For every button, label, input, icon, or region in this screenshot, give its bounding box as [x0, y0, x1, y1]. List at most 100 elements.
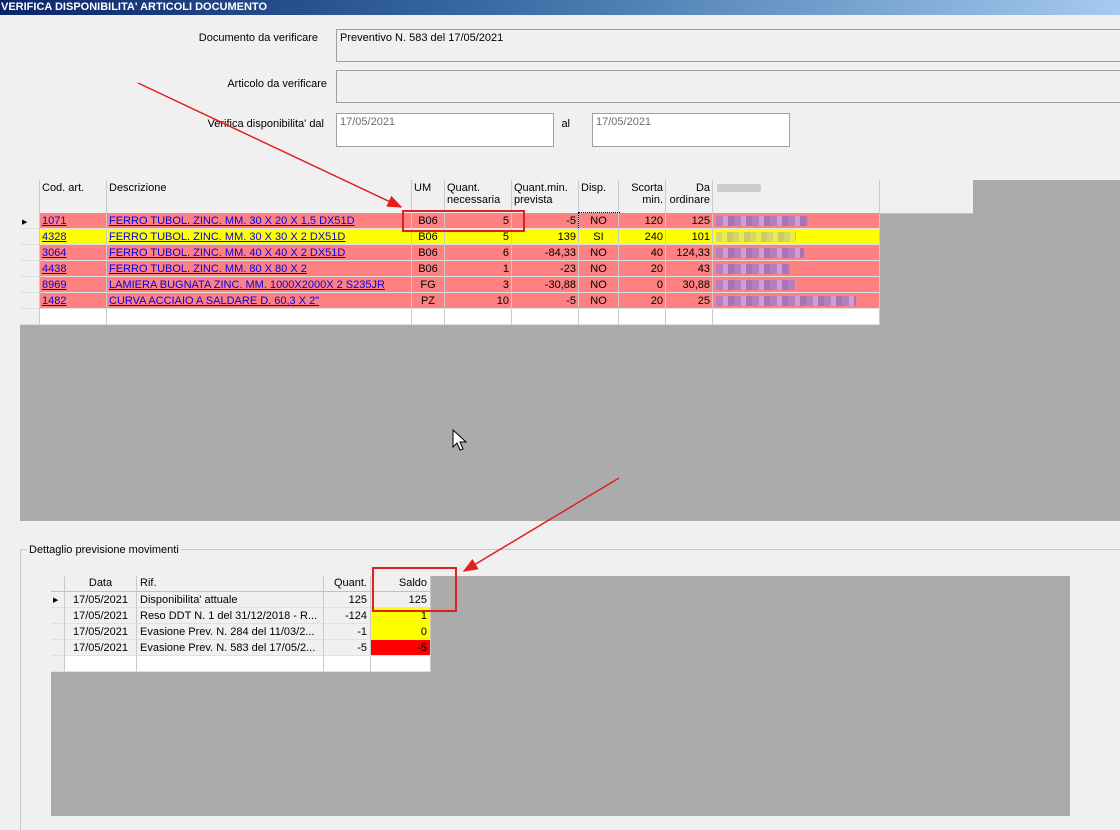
row-indicator	[20, 293, 40, 309]
detail-cell-quant[interactable]: -5	[324, 640, 371, 656]
header-indicator	[20, 180, 40, 213]
col-um[interactable]: UM	[412, 180, 445, 213]
cell-redacted	[713, 309, 880, 325]
detail-group-label: Dettaglio previsione movimenti	[27, 544, 181, 556]
table-row[interactable]: 1482 CURVA ACCIAIO A SALDARE D. 60,3 X 2"…	[20, 293, 880, 309]
redacted-blur	[716, 296, 856, 306]
col-quant-necessaria[interactable]: Quant. necessaria	[445, 180, 512, 213]
detail-cell-quant[interactable]: -1	[324, 624, 371, 640]
table-row[interactable]: 3064 FERRO TUBOL. ZINC. MM. 40 X 40 X 2 D…	[20, 245, 880, 261]
col-quant-min-prevista[interactable]: Quant.min. prevista	[512, 180, 579, 213]
redacted-blur	[716, 232, 796, 242]
documento-field[interactable]: Preventivo N. 583 del 17/05/2021	[336, 29, 1120, 62]
cell-qnec: 1	[445, 261, 512, 277]
cell-qmin	[512, 309, 579, 325]
date-to-field[interactable]: 17/05/2021	[592, 113, 790, 147]
cell-qnec	[445, 309, 512, 325]
cell-desc	[107, 309, 412, 325]
cell-qmin: -30,88	[512, 277, 579, 293]
table-row[interactable]: 4328 FERRO TUBOL. ZINC. MM. 30 X 30 X 2 D…	[20, 229, 880, 245]
cell-qmin: -5	[512, 213, 579, 229]
cell-daord	[666, 309, 713, 325]
table-row-empty[interactable]	[20, 309, 880, 325]
col-da-ordinare[interactable]: Da ordinare	[666, 180, 713, 213]
detail-cell-rif[interactable]: Evasione Prev. N. 284 del 11/03/2...	[137, 624, 324, 640]
cell-desc[interactable]: FERRO TUBOL. ZINC. MM. 30 X 20 X 1,5 DX5…	[107, 213, 412, 229]
articolo-field[interactable]	[336, 70, 1120, 103]
cell-scorta: 40	[619, 245, 666, 261]
detail-cell-data[interactable]: 17/05/2021	[65, 640, 137, 656]
redacted-blur	[716, 248, 804, 258]
row-indicator: ▶	[20, 213, 40, 229]
cell-qnec: 5	[445, 213, 512, 229]
detail-cell-data[interactable]: 17/05/2021	[65, 592, 137, 608]
cell-daord: 43	[666, 261, 713, 277]
cell-scorta	[619, 309, 666, 325]
cell-qnec: 5	[445, 229, 512, 245]
col-rif[interactable]: Rif.	[137, 576, 324, 592]
cell-desc[interactable]: FERRO TUBOL. ZINC. MM. 40 X 40 X 2 DX51D	[107, 245, 412, 261]
row-indicator	[20, 277, 40, 293]
col-scorta-min[interactable]: Scorta min.	[619, 180, 666, 213]
table-row[interactable]: ▶ 1071 FERRO TUBOL. ZINC. MM. 30 X 20 X 1,…	[20, 212, 880, 230]
col-saldo[interactable]: Saldo	[371, 576, 431, 592]
col-data[interactable]: Data	[65, 576, 137, 592]
detail-cell-rif[interactable]: Disponibilita' attuale	[137, 592, 324, 608]
cell-daord: 124,33	[666, 245, 713, 261]
redacted-blur	[716, 264, 790, 274]
cell-desc[interactable]: FERRO TUBOL. ZINC. MM. 80 X 80 X 2	[107, 261, 412, 277]
detail-grid[interactable]: Data Rif. Quant. Saldo ▶ 17/05/2021 Dispon…	[51, 576, 1070, 816]
articles-grid-header: Cod. art. Descrizione UM Quant. necessar…	[20, 180, 973, 214]
cell-redacted	[713, 213, 880, 229]
col-redacted	[713, 180, 880, 213]
cell-redacted	[713, 261, 880, 277]
detail-cell-data[interactable]: 17/05/2021	[65, 608, 137, 624]
cell-qmin: -5	[512, 293, 579, 309]
articolo-label: Articolo da verificare	[227, 78, 327, 90]
detail-cell-rif[interactable]: Evasione Prev. N. 583 del 17/05/2...	[137, 640, 324, 656]
detail-cell-quant[interactable]: -124	[324, 608, 371, 624]
cell-desc[interactable]: CURVA ACCIAIO A SALDARE D. 60,3 X 2"	[107, 293, 412, 309]
verifica-label: Verifica disponibilita' dal	[207, 118, 324, 130]
detail-cell-data[interactable]: 17/05/2021	[65, 624, 137, 640]
cell-daord: 101	[666, 229, 713, 245]
cell-daord: 25	[666, 293, 713, 309]
cell-cod[interactable]: 1482	[40, 293, 107, 309]
detail-cell-data	[65, 656, 137, 672]
cell-um: B06	[412, 261, 445, 277]
detail-cell-rif[interactable]: Reso DDT N. 1 del 31/12/2018 - R...	[137, 608, 324, 624]
detail-cell-saldo[interactable]: 1	[371, 608, 431, 624]
col-quant[interactable]: Quant.	[324, 576, 371, 592]
cell-um: FG	[412, 277, 445, 293]
cell-desc[interactable]: LAMIERA BUGNATA ZINC. MM. 1000X2000X 2 S…	[107, 277, 412, 293]
detail-cell-saldo[interactable]: 0	[371, 624, 431, 640]
detail-cell-saldo[interactable]: -5	[371, 640, 431, 656]
cell-cod[interactable]: 8969	[40, 277, 107, 293]
cell-daord: 30,88	[666, 277, 713, 293]
cell-cod[interactable]: 4438	[40, 261, 107, 277]
table-row[interactable]: 8969 LAMIERA BUGNATA ZINC. MM. 1000X2000X…	[20, 277, 880, 293]
cell-scorta: 20	[619, 261, 666, 277]
cell-desc[interactable]: FERRO TUBOL. ZINC. MM. 30 X 30 X 2 DX51D	[107, 229, 412, 245]
articles-grid[interactable]: Cod. art. Descrizione UM Quant. necessar…	[20, 180, 1120, 521]
detail-row-indicator	[51, 608, 65, 624]
detail-header-indicator	[51, 576, 65, 592]
cell-um: B06	[412, 245, 445, 261]
date-from-field[interactable]: 17/05/2021	[336, 113, 554, 147]
cell-scorta: 20	[619, 293, 666, 309]
cell-cod[interactable]: 1071	[40, 213, 107, 229]
cell-disp: NO	[579, 245, 619, 261]
detail-cell-quant[interactable]: 125	[324, 592, 371, 608]
col-cod-art[interactable]: Cod. art.	[40, 180, 107, 213]
cell-cod[interactable]: 3064	[40, 245, 107, 261]
cell-um: PZ	[412, 293, 445, 309]
detail-cell-saldo[interactable]: 125	[371, 592, 431, 608]
col-descrizione[interactable]: Descrizione	[107, 180, 412, 213]
cell-cod[interactable]: 4328	[40, 229, 107, 245]
cell-cod	[40, 309, 107, 325]
col-disp[interactable]: Disp.	[579, 180, 619, 213]
detail-cell-rif	[137, 656, 324, 672]
cell-daord: 125	[666, 213, 713, 229]
table-row[interactable]: 4438 FERRO TUBOL. ZINC. MM. 80 X 80 X 2 B0…	[20, 261, 880, 277]
cell-redacted	[713, 229, 880, 245]
